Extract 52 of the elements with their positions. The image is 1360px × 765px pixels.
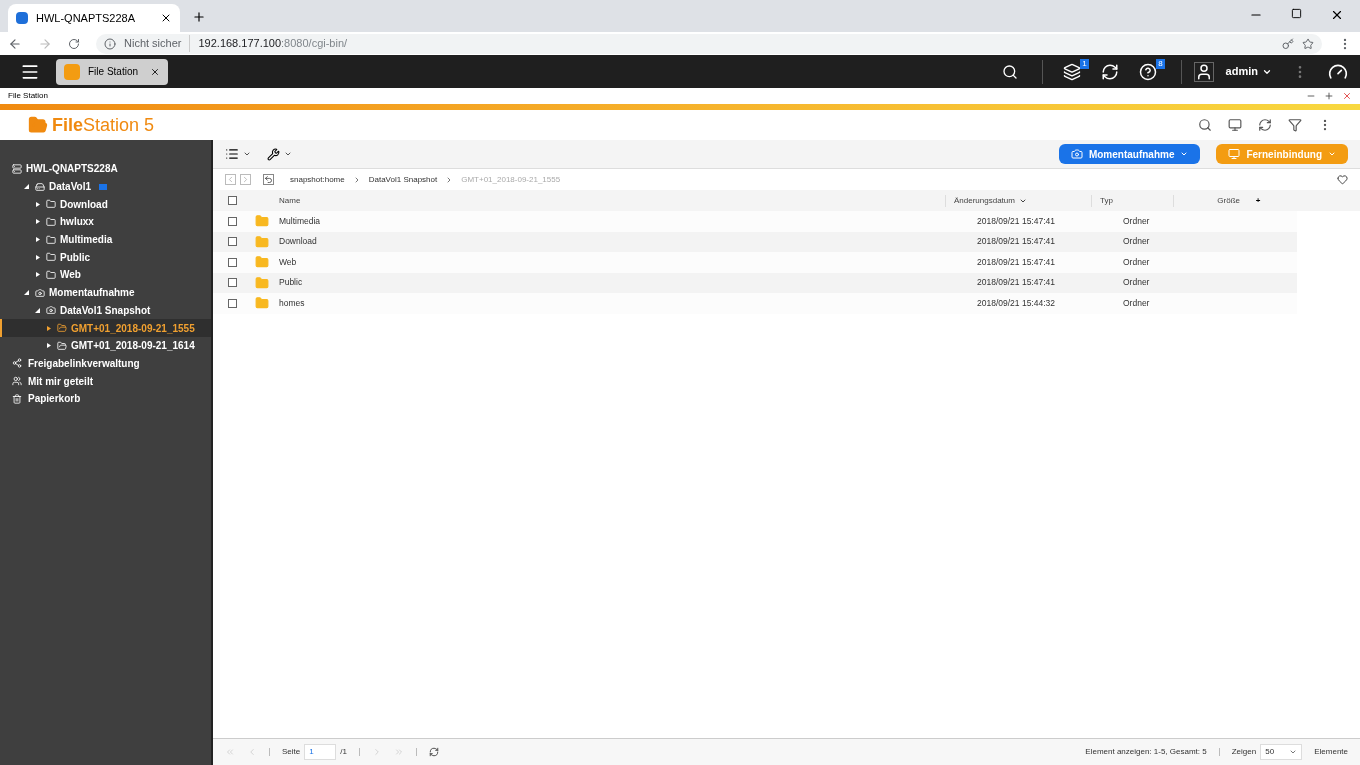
add-column-button[interactable]: + [1248,194,1268,207]
table-cell-text: Multimedia [278,214,322,228]
table-cell-text: Ordner [1122,235,1151,249]
tree-item[interactable]: GMT+01_2018-09-21_1555 [0,319,211,337]
table-cell-text: Ordner [1122,214,1151,228]
address-bar[interactable]: Nicht sicher 192.168.177.100:8080/cgi-bin/ [96,33,1322,54]
table-cell-text: 2018/09/21 15:44:32 [976,296,1056,310]
column-header[interactable]: Größe [1173,194,1248,207]
tree-item[interactable]: GMT+01_2018-09-21_1614 [0,336,211,355]
table-cell-text: Web [278,255,298,269]
tree-item[interactable]: hwluxx [0,213,211,231]
app-logo-text: FileStation 5 [52,113,155,137]
tree-item[interactable]: HWL-QNAPTS228A [26,161,118,177]
item-summary: Element anzeigen: 1-5, Gesamt: 5 [1085,746,1207,758]
page-label: Seite [282,746,301,758]
per-page-dropdown[interactable]: 50 [1260,744,1303,760]
app-tab[interactable]: File Station [56,58,168,85]
tree-item[interactable]: Download [0,195,211,214]
column-header[interactable]: Typ [1091,194,1173,207]
table-cell-text: Ordner [1122,255,1151,269]
tree-item[interactable]: Web [0,266,211,284]
toolbar-button[interactable]: Momentaufnahme [1058,144,1201,164]
tree-item[interactable]: Freigabelinkverwaltung [28,355,140,371]
tree-item[interactable]: DataVol1 Snapshot [0,301,211,320]
table-cell-text: homes [278,296,306,310]
unit-label: Elemente [1314,746,1348,758]
tree-item[interactable]: Papierkorb [28,391,81,407]
table-cell-text: Ordner [1122,296,1151,310]
table-cell-text: 2018/09/21 15:47:41 [976,255,1056,269]
tree-item[interactable]: Mit mir geteilt [28,373,93,389]
tree-item[interactable]: DataVol1 [0,177,211,196]
breadcrumb-item[interactable]: snapshot:home [290,173,345,186]
page-field[interactable]: 1 [304,744,337,760]
window-title: File Station [8,90,50,102]
table-cell-text: Public [278,276,304,290]
breadcrumb-item[interactable]: DataVol1 Snapshot [368,173,438,186]
count-badge: 1 [1080,58,1089,69]
show-label: Zeigen [1231,746,1257,758]
tree-item[interactable]: Multimedia [0,230,211,249]
count-badge: 8 [1156,58,1165,69]
table-cell-text: Download [278,235,318,249]
browser-tab[interactable]: HWL-QNAPTS228A [8,4,180,32]
page-total: /1 [340,746,347,758]
user-menu[interactable]: admin [1225,63,1272,80]
table-cell-text: 2018/09/21 15:47:41 [976,276,1056,290]
column-header[interactable]: Name [237,194,945,207]
tree-item[interactable]: Public [0,248,211,267]
column-header[interactable]: Änderungsdatum [945,194,1091,207]
table-cell-text: 2018/09/21 15:47:41 [976,235,1056,249]
table-cell-text: 2018/09/21 15:47:41 [976,214,1056,228]
table-cell-text: Ordner [1122,276,1151,290]
tree-item[interactable]: Momentaufnahme [0,283,211,302]
